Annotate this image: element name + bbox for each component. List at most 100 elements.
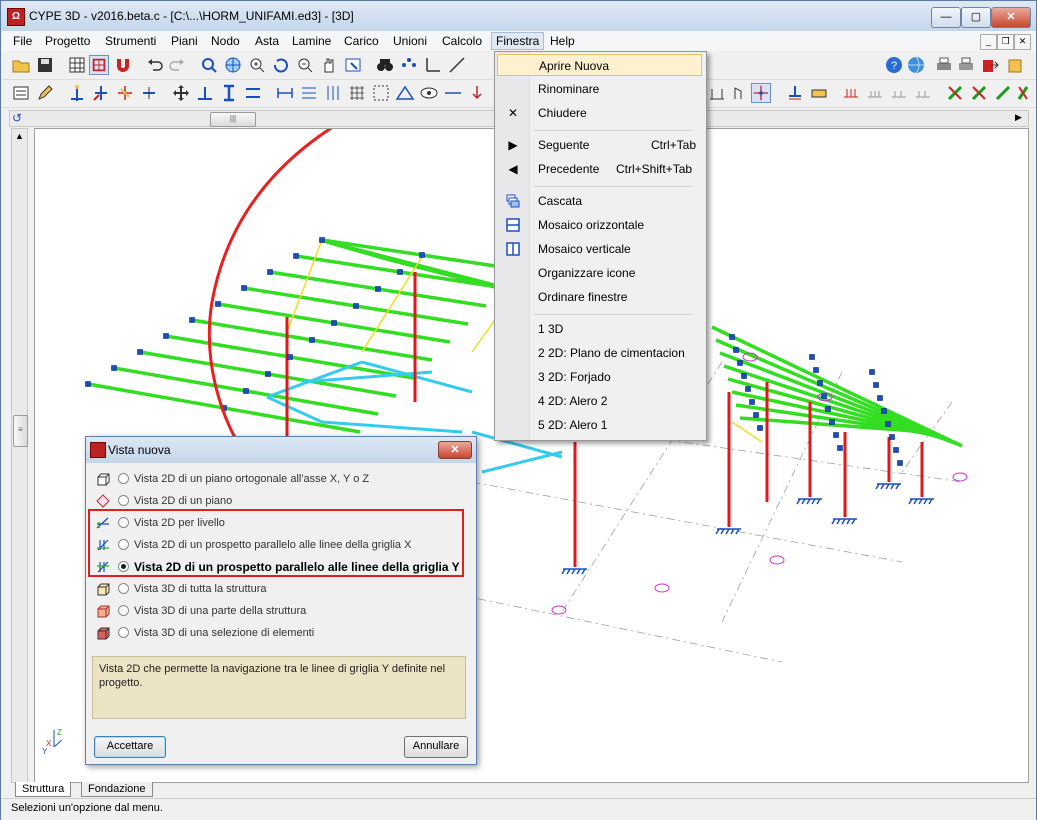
menu-item-window-1[interactable]: 1 3D xyxy=(497,318,702,340)
mesh-icon[interactable] xyxy=(347,83,367,103)
edit-pencil-icon[interactable] xyxy=(35,83,55,103)
menu-item-window-2[interactable]: 2 2D: Plano de cimentacion xyxy=(497,342,702,364)
axis-icon[interactable] xyxy=(423,55,443,75)
menu-file[interactable]: File xyxy=(9,33,36,49)
undo-icon[interactable] xyxy=(145,55,165,75)
cancel-button[interactable]: Annullare xyxy=(404,736,468,758)
tab-fondazione[interactable]: Fondazione xyxy=(81,782,153,797)
bars-lines-icon[interactable] xyxy=(443,83,463,103)
beam-describe-icon[interactable] xyxy=(243,83,263,103)
menu-help[interactable]: Help xyxy=(546,33,579,49)
grid-view-icon[interactable] xyxy=(67,55,87,75)
snap-node-icon[interactable] xyxy=(751,83,771,103)
option-3d-selezione[interactable]: Vista 3D di una selezione di elementi xyxy=(94,623,469,643)
wind-load-icon[interactable] xyxy=(809,83,829,103)
menu-item-window-3[interactable]: 3 2D: Forjado xyxy=(497,366,702,388)
menu-progetto[interactable]: Progetto xyxy=(41,33,94,49)
bar-assign-icon[interactable] xyxy=(195,83,215,103)
menu-item-ordinare-finestre[interactable]: Ordinare finestre xyxy=(497,286,702,308)
refresh-view-icon[interactable]: ↺ xyxy=(12,111,26,126)
menu-item-mosaico-verticale[interactable]: Mosaico verticale xyxy=(497,238,702,260)
menu-strumenti[interactable]: Strumenti xyxy=(101,33,160,49)
mdi-close-button[interactable]: ✕ xyxy=(1014,34,1031,50)
print-preview-icon[interactable] xyxy=(956,55,976,75)
save-disk-icon[interactable] xyxy=(35,55,55,75)
radio-button[interactable] xyxy=(118,605,129,616)
close-button[interactable]: ✕ xyxy=(991,7,1031,28)
selection-dashed-icon[interactable] xyxy=(371,83,391,103)
tab-struttura[interactable]: Struttura xyxy=(15,782,72,797)
mdi-restore-button[interactable]: ❐ xyxy=(997,34,1014,50)
load-hypothesis-icon[interactable] xyxy=(841,83,861,103)
check-bar-4-icon[interactable] xyxy=(1015,83,1035,103)
menu-calcolo[interactable]: Calcolo xyxy=(438,33,486,49)
menu-asta[interactable]: Asta xyxy=(251,33,283,49)
structure-grid-icon[interactable] xyxy=(89,55,109,75)
node-edit-icon[interactable] xyxy=(91,83,111,103)
zoom-out-icon[interactable] xyxy=(295,55,315,75)
binoculars-icon[interactable] xyxy=(375,55,395,75)
web-globe-icon[interactable] xyxy=(906,55,926,75)
load-delete-icon[interactable] xyxy=(913,83,933,103)
menu-item-aprire-nuova[interactable]: Aprire Nuova xyxy=(497,54,702,76)
option-3d-parte[interactable]: Vista 3D di una parte della struttura xyxy=(94,601,469,621)
dimension-icon[interactable] xyxy=(275,83,295,103)
zoom-window-icon[interactable] xyxy=(199,55,219,75)
measure-icon[interactable] xyxy=(447,55,467,75)
maximize-button[interactable]: ▢ xyxy=(961,7,991,28)
minimize-button[interactable]: — xyxy=(931,7,961,28)
menu-item-rinominare[interactable]: Rinominare xyxy=(497,78,702,100)
option-plane[interactable]: Vista 2D di un piano xyxy=(94,491,469,511)
grid-columns-icon[interactable] xyxy=(323,83,343,103)
new-node-icon[interactable] xyxy=(67,83,87,103)
help-icon[interactable]: ? xyxy=(884,55,904,75)
view-eye-icon[interactable] xyxy=(419,83,439,103)
menu-item-chiudere[interactable]: ✕ Chiudere xyxy=(497,102,702,124)
import-icon[interactable] xyxy=(1004,55,1024,75)
joint-icon[interactable] xyxy=(729,83,749,103)
check-bar-icon[interactable] xyxy=(945,83,965,103)
truss-icon[interactable] xyxy=(395,83,415,103)
horizontal-scroll-thumb[interactable]: ||| xyxy=(210,112,256,127)
node-link-icon[interactable] xyxy=(139,83,159,103)
option-plane-orthogonal[interactable]: Vista 2D di un piano ortogonale all'asse… xyxy=(94,469,469,489)
vertical-scroll-thumb[interactable]: ≡ xyxy=(13,415,28,447)
menu-unioni[interactable]: Unioni xyxy=(389,33,431,49)
move-icon[interactable] xyxy=(171,83,191,103)
check-bar-2-icon[interactable] xyxy=(969,83,989,103)
menu-lamine[interactable]: Lamine xyxy=(288,33,335,49)
menu-nodo[interactable]: Nodo xyxy=(207,33,244,49)
scroll-right-arrow-icon[interactable]: ▶ xyxy=(1015,112,1022,123)
magnet-icon[interactable] xyxy=(113,55,133,75)
node-move-icon[interactable] xyxy=(115,83,135,103)
radio-button[interactable] xyxy=(118,627,129,638)
load-arrow-icon[interactable] xyxy=(467,83,487,103)
menu-piani[interactable]: Piani xyxy=(167,33,202,49)
menu-item-organizzare-icone[interactable]: Organizzare icone xyxy=(497,262,702,284)
grid-lines-icon[interactable] xyxy=(299,83,319,103)
load-view-icon[interactable] xyxy=(865,83,885,103)
radio-button[interactable] xyxy=(118,495,129,506)
select-window-icon[interactable] xyxy=(343,55,363,75)
support-icon[interactable] xyxy=(785,83,805,103)
load-panel-icon[interactable] xyxy=(707,83,727,103)
menu-item-precedente[interactable]: ◀ Precedente Ctrl+Shift+Tab xyxy=(497,158,702,180)
pan-hand-icon[interactable] xyxy=(319,55,339,75)
mdi-minimize-button[interactable]: _ xyxy=(980,34,997,50)
menu-item-seguente[interactable]: ▶ Seguente Ctrl+Tab xyxy=(497,134,702,156)
option-3d-tutta[interactable]: Vista 3D di tutta la struttura xyxy=(94,579,469,599)
radio-button[interactable] xyxy=(118,583,129,594)
rotate-view-icon[interactable] xyxy=(271,55,291,75)
radio-button[interactable] xyxy=(118,473,129,484)
load-edit-icon[interactable] xyxy=(889,83,909,103)
menu-carico[interactable]: Carico xyxy=(340,33,383,49)
open-folder-icon[interactable] xyxy=(11,55,31,75)
node-dots-icon[interactable] xyxy=(399,55,419,75)
accept-button[interactable]: Accettare xyxy=(94,736,166,758)
menu-item-window-5[interactable]: 5 2D: Alero 1 xyxy=(497,414,702,436)
menu-item-cascata[interactable]: Cascata xyxy=(497,190,702,212)
scroll-up-arrow-icon[interactable]: ▲ xyxy=(15,131,24,141)
dialog-close-button[interactable]: ✕ xyxy=(438,441,472,459)
check-bar-3-icon[interactable] xyxy=(993,83,1013,103)
menu-item-window-4[interactable]: 4 2D: Alero 2 xyxy=(497,390,702,412)
